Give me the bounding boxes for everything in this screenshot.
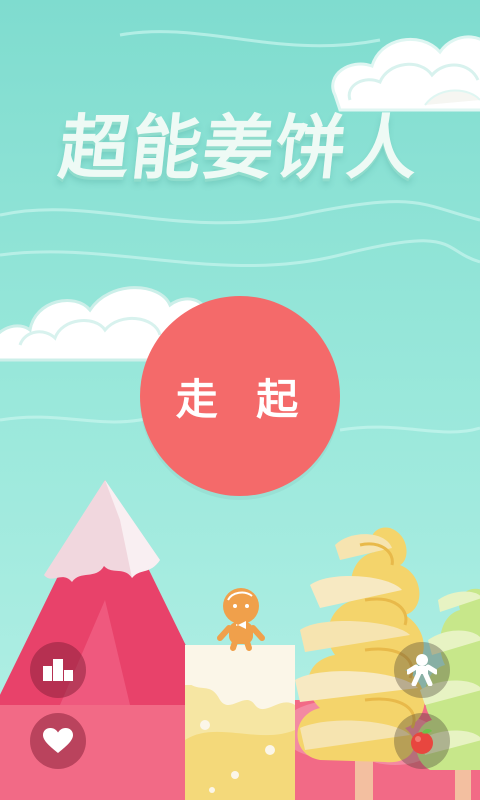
podium-icon — [43, 659, 73, 681]
gingerbread-man-icon — [407, 654, 437, 686]
favorite-button[interactable] — [30, 713, 86, 769]
fruit-button[interactable] — [394, 713, 450, 769]
game-title: 超能姜饼人 — [55, 107, 424, 189]
heart-icon — [43, 728, 73, 753]
game-screen: 超能姜饼人 走 起 — [0, 0, 480, 800]
apple-icon — [411, 728, 433, 754]
leaderboard-button[interactable] — [30, 642, 86, 698]
play-button[interactable]: 走 起 — [140, 296, 340, 496]
character-button[interactable] — [394, 642, 450, 698]
cake-pillar — [185, 645, 295, 800]
